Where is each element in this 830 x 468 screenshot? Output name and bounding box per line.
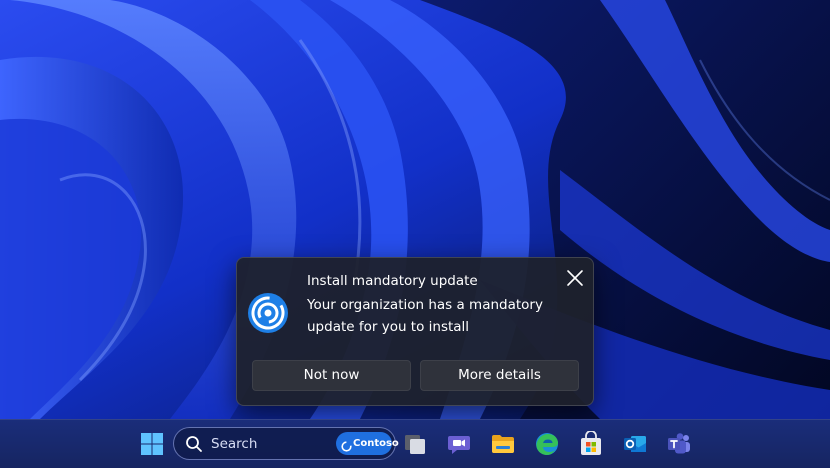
microsoft-store-icon[interactable]: [578, 431, 604, 457]
outlook-icon[interactable]: [622, 431, 648, 457]
close-icon[interactable]: [564, 267, 586, 289]
toast-title: Install mandatory update: [307, 273, 478, 289]
contoso-logo-icon: [341, 438, 352, 452]
not-now-button[interactable]: Not now: [252, 360, 411, 391]
edge-browser-icon[interactable]: [534, 431, 560, 457]
teams-icon[interactable]: [666, 431, 692, 457]
search-placeholder: Search: [211, 436, 258, 452]
taskbar: Search Contoso: [0, 419, 830, 468]
update-notification-toast: Install mandatory update Your organizati…: [236, 257, 594, 406]
search-icon: [185, 435, 203, 453]
search-input[interactable]: Search Contoso: [173, 427, 399, 460]
windows-start-icon[interactable]: [139, 431, 165, 457]
toast-body: Your organization has a mandatory update…: [307, 297, 543, 335]
more-details-button[interactable]: More details: [420, 360, 579, 391]
brand-badge[interactable]: Contoso: [336, 432, 399, 455]
teams-chat-icon[interactable]: [446, 431, 472, 457]
update-ring-icon: [247, 292, 289, 334]
task-view-icon[interactable]: [402, 431, 428, 457]
brand-badge-label: Contoso: [353, 438, 399, 449]
file-explorer-icon[interactable]: [490, 431, 516, 457]
